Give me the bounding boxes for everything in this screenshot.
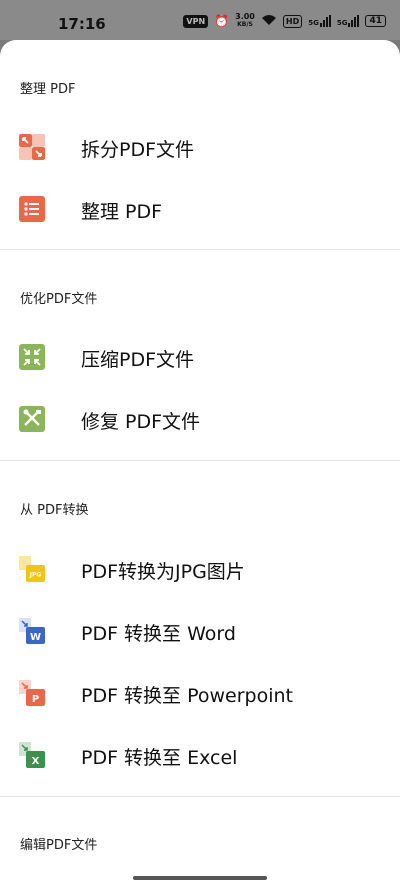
organize-pdf-item[interactable]: 整理 PDF	[0, 181, 400, 237]
jpg-file-icon: JPG	[18, 555, 46, 583]
section-divider	[0, 796, 400, 797]
pdf-to-excel-label: PDF 转换至 Excel	[81, 747, 238, 769]
repair-pdf-item[interactable]: 修复 PDF文件	[0, 391, 400, 447]
signal-icon-1: 5G	[308, 15, 331, 27]
pdf-to-word-item[interactable]: W PDF 转换至 Word	[0, 603, 400, 659]
section-divider	[0, 249, 400, 250]
word-file-icon: W	[18, 617, 46, 645]
network-speed: 3.00 KB/S	[235, 12, 255, 29]
section-title-edit: 编辑PDF文件	[20, 838, 98, 853]
signal-icon-2: 5G	[337, 15, 360, 27]
section-divider	[0, 460, 400, 461]
split-icon	[18, 133, 46, 161]
excel-file-icon: X	[18, 741, 46, 769]
pdf-to-jpg-item[interactable]: JPG PDF转换为JPG图片	[0, 541, 400, 597]
status-time: 17:16	[58, 15, 106, 33]
pdf-to-jpg-label: PDF转换为JPG图片	[81, 561, 245, 583]
svg-text:X: X	[32, 756, 40, 767]
battery-icon: 41	[365, 15, 386, 27]
compress-pdf-label: 压缩PDF文件	[81, 349, 195, 371]
section-title-organize: 整理 PDF	[20, 82, 76, 97]
wifi-icon	[261, 14, 277, 29]
home-gesture-bar[interactable]	[133, 876, 267, 880]
split-pdf-label: 拆分PDF文件	[81, 139, 195, 161]
section-title-convert-from: 从 PDF转换	[20, 503, 89, 518]
svg-text:JPG: JPG	[29, 572, 42, 579]
tools-bottom-sheet: 整理 PDF 拆分PDF文件 整理 PDF 优化PDF文件 压缩PDF文件 修复…	[0, 40, 400, 889]
organize-pdf-label: 整理 PDF	[81, 201, 163, 223]
powerpoint-file-icon: P	[18, 679, 46, 707]
list-icon	[18, 195, 46, 223]
split-pdf-item[interactable]: 拆分PDF文件	[0, 119, 400, 175]
pdf-to-excel-item[interactable]: X PDF 转换至 Excel	[0, 727, 400, 783]
status-bar: 17:16 VPN ⏰ 3.00 KB/S HD 5G 5G 41	[0, 0, 400, 40]
repair-tools-icon	[18, 405, 46, 433]
alarm-icon: ⏰	[214, 14, 230, 28]
svg-text:P: P	[32, 694, 39, 705]
svg-text:W: W	[30, 632, 41, 643]
section-title-optimize: 优化PDF文件	[20, 292, 98, 307]
compress-icon	[18, 343, 46, 371]
repair-pdf-label: 修复 PDF文件	[81, 411, 201, 433]
pdf-to-word-label: PDF 转换至 Word	[81, 623, 236, 645]
vpn-icon: VPN	[183, 14, 209, 28]
compress-pdf-item[interactable]: 压缩PDF文件	[0, 329, 400, 385]
pdf-to-powerpoint-item[interactable]: P PDF 转换至 Powerpoint	[0, 665, 400, 721]
status-icons: VPN ⏰ 3.00 KB/S HD 5G 5G 41	[183, 13, 386, 29]
hd-icon: HD	[282, 14, 303, 28]
pdf-to-powerpoint-label: PDF 转换至 Powerpoint	[81, 685, 293, 707]
